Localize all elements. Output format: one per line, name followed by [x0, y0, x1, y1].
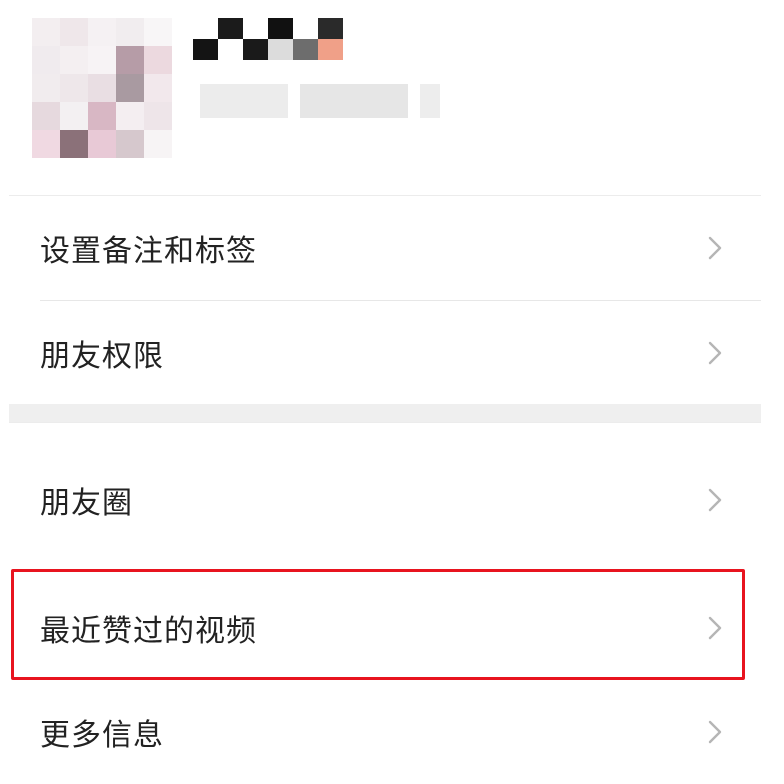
- name-pixel: [218, 18, 243, 39]
- name-pixel: [343, 39, 368, 60]
- avatar-pixel: [32, 18, 60, 46]
- avatar[interactable]: [32, 18, 172, 158]
- moments-row[interactable]: 朋友圈: [9, 448, 761, 552]
- name-pixel: [193, 39, 218, 60]
- avatar-pixel: [32, 130, 60, 158]
- avatar-pixel: [144, 74, 172, 102]
- name-pixel: [293, 18, 318, 39]
- avatar-pixel: [32, 46, 60, 74]
- moments-label: 朋友圈: [40, 486, 133, 521]
- chevron-right-icon: [708, 616, 722, 640]
- recently-liked-videos-row[interactable]: 最近赞过的视频: [9, 576, 761, 680]
- avatar-pixel: [144, 130, 172, 158]
- profile-header[interactable]: [0, 0, 784, 196]
- name-pixel: [318, 39, 343, 60]
- chevron-right-icon: [708, 720, 722, 744]
- avatar-pixel: [88, 74, 116, 102]
- settings-group-1: 设置备注和标签 朋友权限: [9, 195, 761, 405]
- avatar-pixel: [60, 46, 88, 74]
- more-info-row[interactable]: 更多信息: [9, 680, 761, 784]
- avatar-pixel: [32, 102, 60, 130]
- subtext-pixel: [200, 84, 289, 118]
- obscured-nickname: [193, 18, 368, 60]
- name-pixel: [343, 18, 368, 39]
- name-pixel: [268, 18, 293, 39]
- chevron-right-icon: [708, 341, 722, 365]
- avatar-pixel: [88, 102, 116, 130]
- avatar-pixel: [60, 18, 88, 46]
- avatar-pixel: [88, 18, 116, 46]
- friend-permissions-row[interactable]: 朋友权限: [9, 301, 761, 405]
- set-remark-and-tag-label: 设置备注和标签: [40, 234, 257, 269]
- recently-liked-videos-label: 最近赞过的视频: [40, 614, 257, 649]
- avatar-pixel: [116, 102, 144, 130]
- avatar-pixel: [144, 102, 172, 130]
- obscured-account-info: [200, 84, 440, 118]
- settings-group-2: 朋友圈 最近赞过的视频 更多信息: [9, 422, 761, 772]
- avatar-pixel: [144, 46, 172, 74]
- friend-permissions-label: 朋友权限: [40, 339, 164, 374]
- avatar-pixel: [60, 102, 88, 130]
- chevron-right-icon: [708, 488, 722, 512]
- chevron-right-icon: [708, 236, 722, 260]
- name-pixel: [243, 39, 268, 60]
- set-remark-and-tag-row[interactable]: 设置备注和标签: [9, 196, 761, 300]
- avatar-pixel: [88, 130, 116, 158]
- avatar-pixel: [60, 130, 88, 158]
- avatar-pixel: [88, 46, 116, 74]
- avatar-pixel: [116, 130, 144, 158]
- name-pixel: [293, 39, 318, 60]
- subtext-pixel: [420, 84, 440, 118]
- avatar-pixel: [144, 18, 172, 46]
- avatar-pixel: [116, 18, 144, 46]
- name-pixel: [218, 39, 243, 60]
- avatar-pixel: [116, 46, 144, 74]
- name-pixel: [193, 18, 218, 39]
- section-separator: [9, 404, 761, 422]
- avatar-pixel: [32, 74, 60, 102]
- avatar-pixel: [116, 74, 144, 102]
- subtext-pixel: [300, 84, 409, 118]
- name-pixel: [318, 18, 343, 39]
- name-pixel: [243, 18, 268, 39]
- more-info-label: 更多信息: [40, 718, 164, 753]
- name-pixel: [268, 39, 293, 60]
- avatar-pixel: [60, 74, 88, 102]
